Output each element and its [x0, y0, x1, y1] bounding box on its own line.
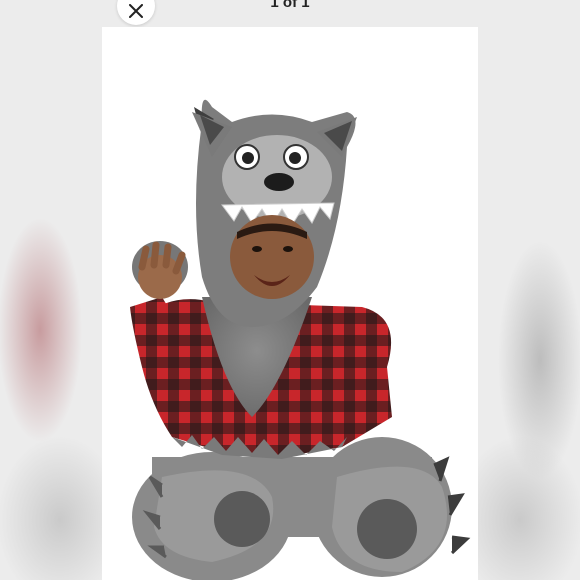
wolf-nose: [264, 173, 294, 191]
product-photo[interactable]: [102, 27, 478, 580]
viewer-topbar: 1 of 1: [0, 0, 580, 26]
right-foot-pad: [357, 499, 417, 559]
wolf-costume-illustration: [130, 99, 471, 580]
image-counter: 1 of 1: [270, 0, 310, 11]
left-foot-pad: [214, 491, 270, 547]
